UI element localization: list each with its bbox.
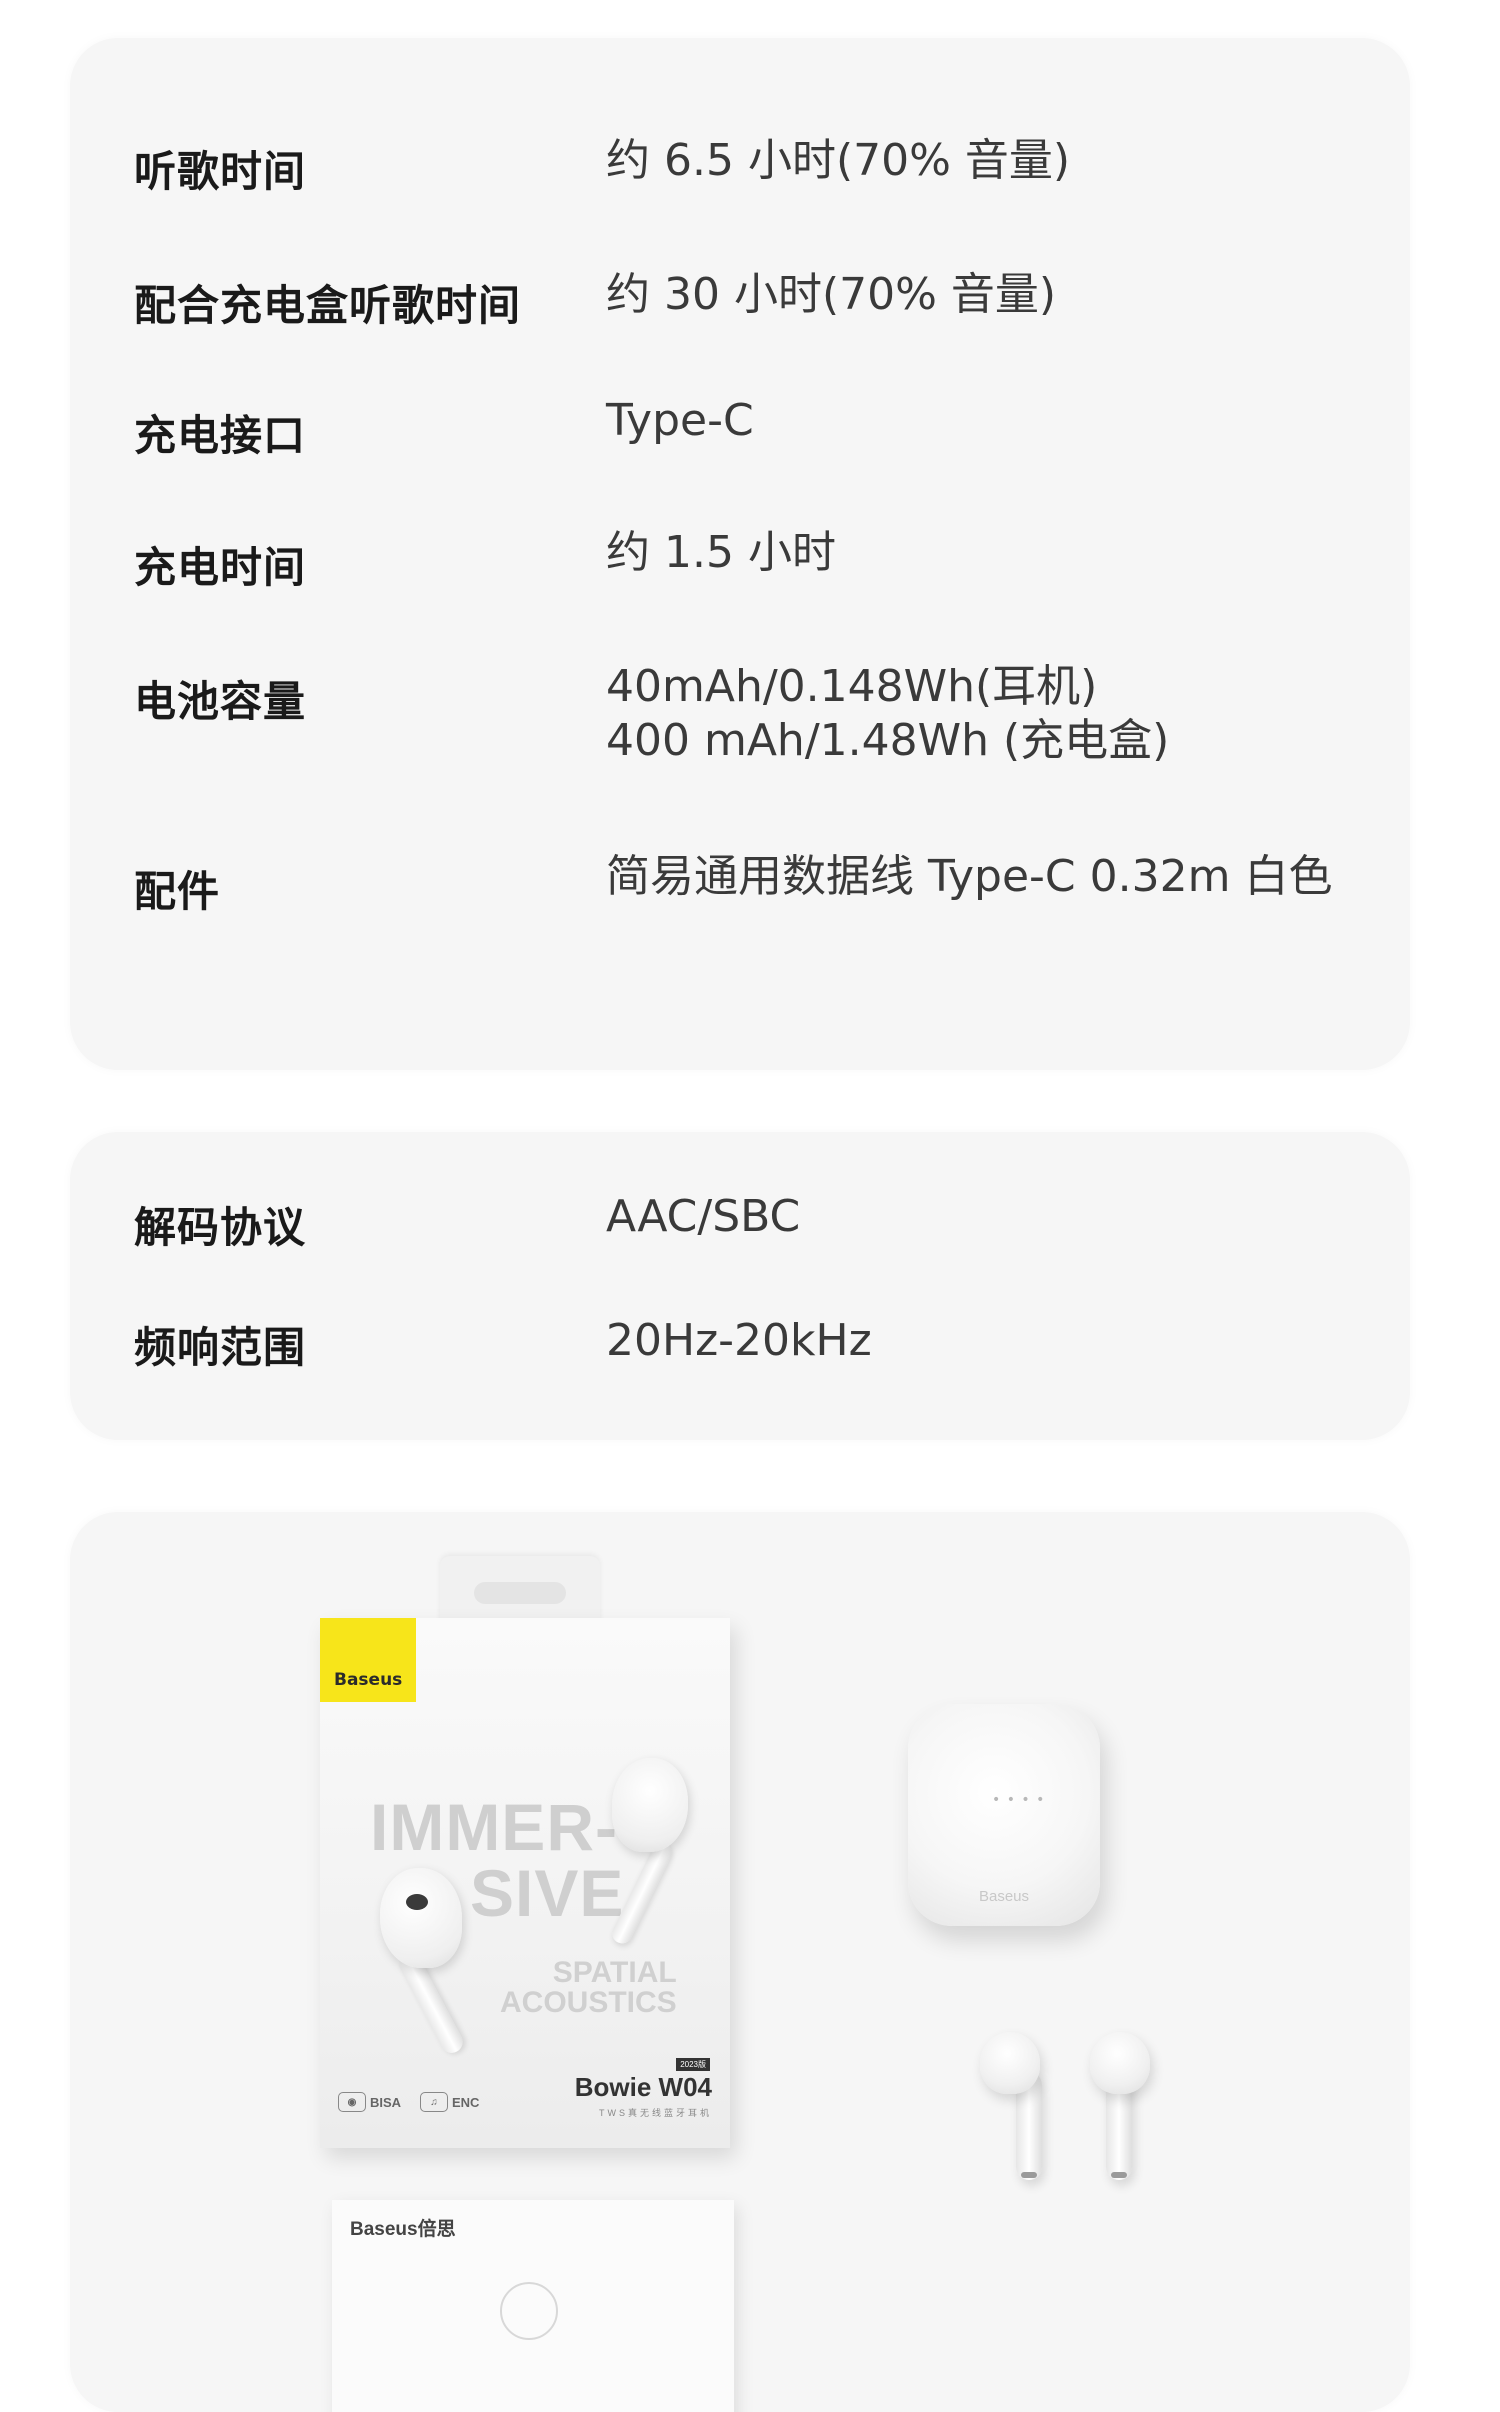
model-subtitle: TWS真无线蓝牙耳机 xyxy=(599,2108,712,2118)
retail-box-image: Baseus IMMER- SIVE SPATIAL ACOUSTICS ◉ B… xyxy=(320,1618,730,2148)
feature-label: BISA xyxy=(370,2094,402,2110)
spec-value: 约 6.5 小时(70% 音量) xyxy=(606,134,1070,188)
spec-value-line: Type-C xyxy=(606,395,754,446)
user-manual-image: Baseus倍思 xyxy=(332,2200,734,2412)
case-logo: Baseus xyxy=(978,1888,1030,1905)
spec-value: 简易通用数据线 Type-C 0.32m 白色 xyxy=(606,850,1332,904)
spec-label: 解码协议 xyxy=(134,1203,307,1252)
spec-value-line: 400 mAh/1.48Wh (充电盒) xyxy=(606,715,1170,766)
box-subheadline: SPATIAL ACOUSTICS xyxy=(500,1958,677,2018)
hanger-hole xyxy=(474,1582,566,1604)
spec-value: AAC/SBC xyxy=(606,1190,800,1244)
spec-label: 听歌时间 xyxy=(134,147,307,196)
microphone-icon: ♫ xyxy=(420,2092,448,2112)
package-contents-card: Baseus IMMER- SIVE SPATIAL ACOUSTICS ◉ B… xyxy=(70,1512,1410,2412)
spec-value-line: 约 6.5 小时(70% 音量) xyxy=(606,135,1071,186)
spec-label: 充电接口 xyxy=(134,411,307,460)
feature-label: ENC xyxy=(452,2094,480,2110)
spec-value-line: 20Hz-20kHz xyxy=(606,1315,872,1366)
model-year-tag: 2023版 xyxy=(676,2058,710,2071)
spec-value-line: 约 1.5 小时 xyxy=(606,527,836,578)
spec-label: 配件 xyxy=(134,867,221,916)
box-subheadline-line: SPATIAL xyxy=(552,1956,677,1989)
spec-value: 约 30 小时(70% 音量) xyxy=(606,268,1056,322)
spec-value-line: 简易通用数据线 Type-C 0.32m 白色 xyxy=(606,851,1333,902)
earbud-image xyxy=(612,1758,688,1852)
spec-label: 电池容量 xyxy=(134,677,307,726)
earbud-left-image xyxy=(980,2032,1040,2094)
feature-enc: ♫ ENC xyxy=(420,2092,479,2112)
earbud-image xyxy=(380,1868,462,1968)
spec-label: 频响范围 xyxy=(134,1323,307,1372)
sensor-icon: ◉ xyxy=(338,2092,366,2112)
manual-brand: Baseus倍思 xyxy=(350,2219,456,2240)
case-indicator-dots: • • • • xyxy=(992,1792,1046,1808)
box-headline-line: IMMER- xyxy=(370,1790,618,1864)
spec-value-line: 约 30 小时(70% 音量) xyxy=(606,269,1057,320)
spec-card-battery: 听歌时间 约 6.5 小时(70% 音量) 配合充电盒听歌时间 约 30 小时(… xyxy=(70,38,1410,1070)
spec-card-audio: 解码协议 AAC/SBC 频响范围 20Hz-20kHz xyxy=(70,1132,1410,1440)
spec-value: Type-C xyxy=(606,394,754,448)
manual-circle-graphic xyxy=(500,2282,558,2340)
spec-label: 配合充电盒听歌时间 xyxy=(134,281,522,330)
feature-bisa: ◉ BISA xyxy=(338,2092,401,2112)
model-name: Bowie W04 xyxy=(574,2072,712,2102)
box-subheadline-line: ACOUSTICS xyxy=(500,1986,677,2019)
spec-label: 充电时间 xyxy=(134,543,307,592)
spec-value-line: AAC/SBC xyxy=(606,1191,801,1242)
brand-tag: Baseus xyxy=(320,1618,416,1702)
spec-value: 约 1.5 小时 xyxy=(606,526,836,580)
spec-value-line: 40mAh/0.148Wh(耳机) xyxy=(606,661,1098,712)
spec-value: 20Hz-20kHz xyxy=(606,1314,872,1368)
earbud-right-image xyxy=(1090,2032,1150,2094)
charging-case-image: • • • • Baseus xyxy=(908,1704,1100,1926)
spec-value: 40mAh/0.148Wh(耳机) 400 mAh/1.48Wh (充电盒) xyxy=(606,660,1169,768)
